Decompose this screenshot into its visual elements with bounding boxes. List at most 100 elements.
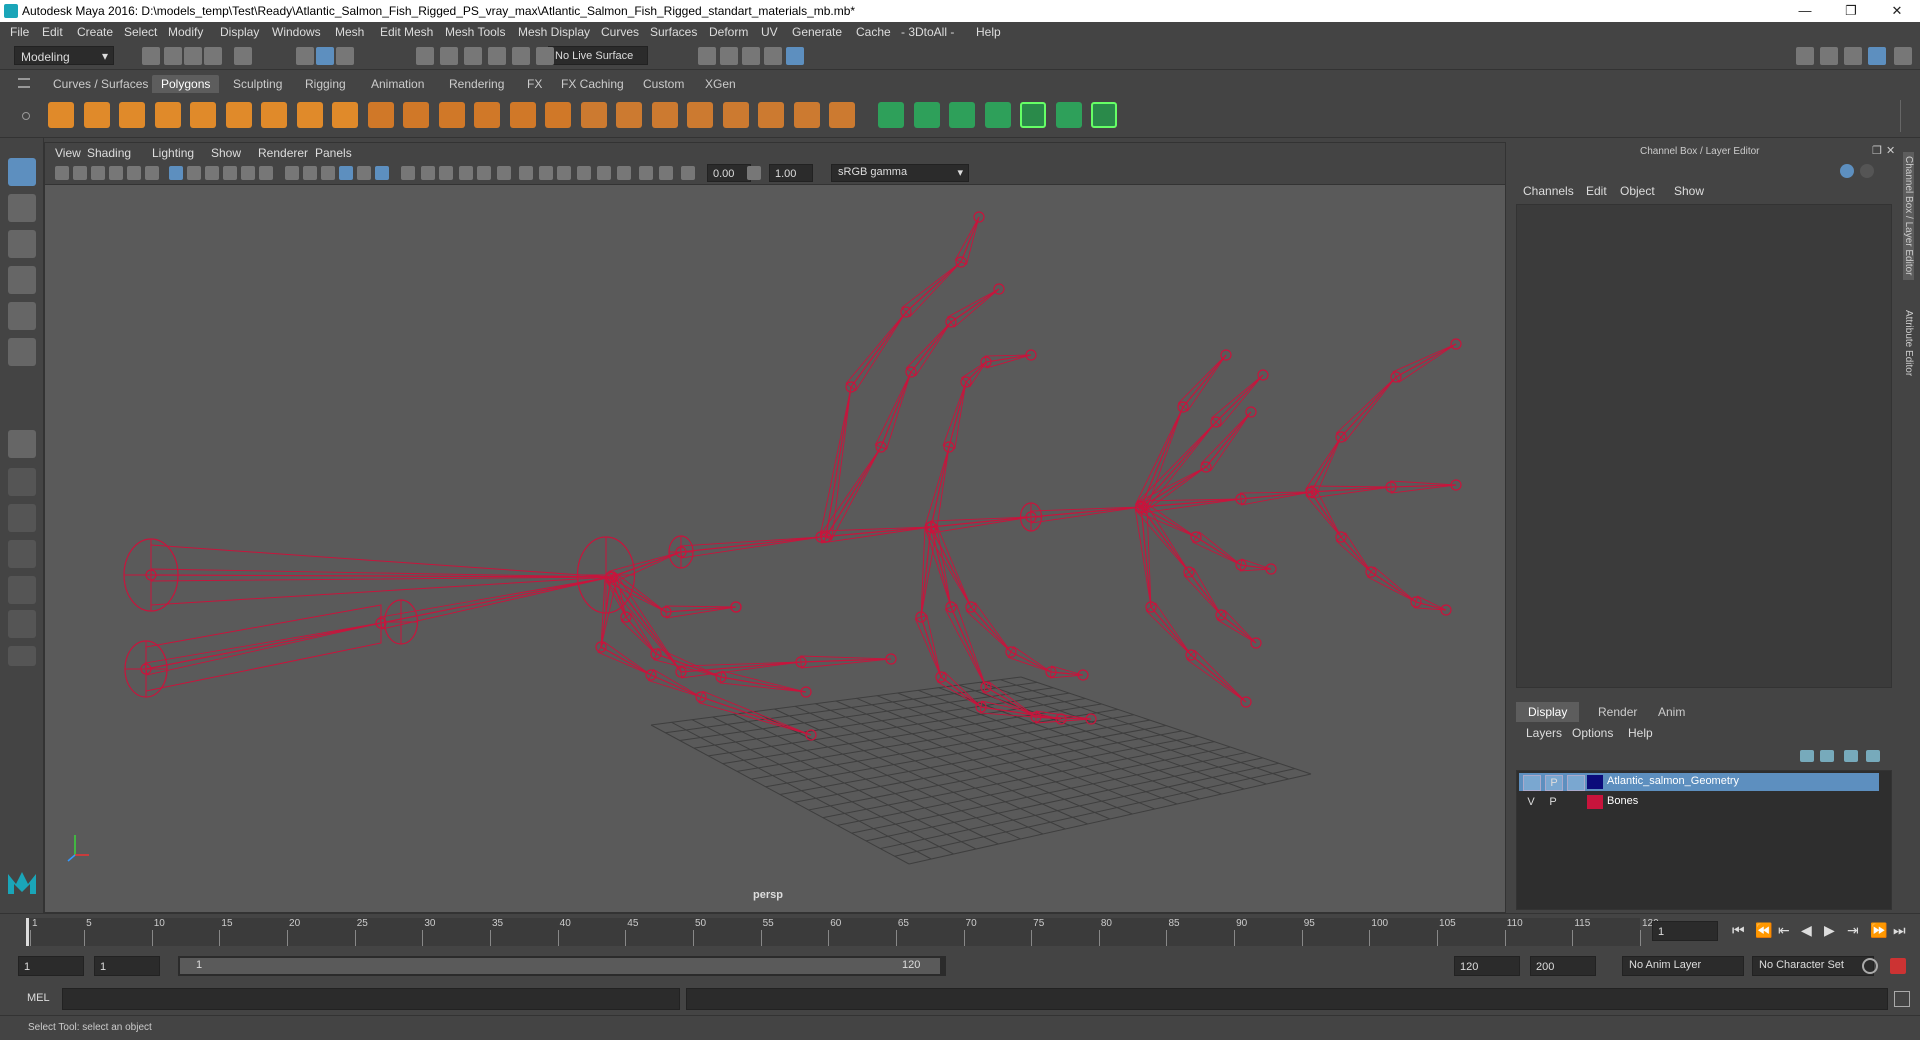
- channel-menu-object[interactable]: Object: [1620, 184, 1655, 198]
- polygon-tool-icon[interactable]: [48, 102, 74, 128]
- viewport-tool-icon[interactable]: [539, 166, 553, 180]
- menu-file[interactable]: File: [10, 25, 29, 39]
- layer-visibility-toggle[interactable]: [1523, 775, 1541, 791]
- polygon-tool-icon[interactable]: [296, 102, 323, 128]
- polygon-tool-icon[interactable]: [687, 102, 713, 128]
- start-frame-field[interactable]: 1: [18, 956, 84, 976]
- panel-layout-icon[interactable]: [1820, 47, 1838, 65]
- mesh-edit-tool-icon[interactable]: [913, 102, 940, 128]
- shelf-tab-xgen[interactable]: XGen: [696, 75, 745, 93]
- current-frame-field[interactable]: 1: [1652, 921, 1718, 941]
- menu-mesh-tools[interactable]: Mesh Tools: [445, 25, 505, 39]
- menu-edit[interactable]: Edit: [42, 25, 63, 39]
- viewport-tool-icon[interactable]: [401, 166, 415, 180]
- channel-menu-channels[interactable]: Channels: [1523, 184, 1574, 198]
- animation-prefs-icon[interactable]: [1890, 958, 1906, 974]
- layer-playback-toggle[interactable]: P: [1545, 775, 1563, 791]
- status-tool-icon[interactable]: [336, 47, 354, 65]
- outliner-layout-icon[interactable]: [8, 540, 36, 568]
- menu-surfaces[interactable]: Surfaces: [650, 25, 697, 39]
- viewport-tool-icon[interactable]: [577, 166, 591, 180]
- graph-layout-icon[interactable]: [8, 576, 36, 604]
- playback-end-field[interactable]: 120: [1454, 956, 1520, 976]
- shelf-menu-icon[interactable]: [18, 78, 30, 88]
- panel-layout-icon[interactable]: [1868, 47, 1886, 65]
- viewport-tool-icon[interactable]: [557, 166, 571, 180]
- layer-tab-display[interactable]: Display: [1516, 702, 1580, 722]
- viewport-tool-icon[interactable]: [223, 166, 237, 180]
- status-tool-icon[interactable]: [698, 47, 716, 65]
- status-tool-icon[interactable]: [764, 47, 782, 65]
- layer-action-icon[interactable]: [1844, 750, 1858, 762]
- polygon-tool-icon[interactable]: [474, 102, 500, 128]
- polygon-tool-icon[interactable]: [509, 102, 536, 128]
- viewport-tool-icon[interactable]: [321, 166, 335, 180]
- status-tool-icon[interactable]: [184, 47, 202, 65]
- mesh-edit-tool-icon[interactable]: [1055, 102, 1082, 128]
- hypershade-layout-icon[interactable]: [8, 610, 36, 638]
- viewport-tool-icon[interactable]: [339, 166, 353, 180]
- menu-generate[interactable]: Generate: [792, 25, 842, 39]
- live-surface-field[interactable]: No Live Surface: [548, 46, 648, 65]
- shelf-tab-polygons[interactable]: Polygons: [152, 75, 220, 93]
- menu-display[interactable]: Display: [220, 25, 259, 39]
- viewport-tool-icon[interactable]: [109, 166, 123, 180]
- layer-name[interactable]: Bones: [1607, 795, 1638, 807]
- status-tool-icon[interactable]: [720, 47, 738, 65]
- step-back-key-icon[interactable]: ⏪: [1755, 922, 1772, 939]
- viewport-menu-panels[interactable]: Panels: [315, 146, 352, 160]
- panel-layout-icon[interactable]: [1796, 47, 1814, 65]
- viewport-tool-icon[interactable]: [681, 166, 695, 180]
- script-editor-icon[interactable]: [1894, 991, 1910, 1007]
- viewport-menu-lighting[interactable]: Lighting: [152, 146, 194, 160]
- menu-mesh[interactable]: Mesh: [335, 25, 364, 39]
- viewport-tool-icon[interactable]: [73, 166, 87, 180]
- menu-modify[interactable]: Modify: [168, 25, 203, 39]
- shelf-tab-sculpting[interactable]: Sculpting: [224, 75, 291, 93]
- shelf-tab-custom[interactable]: Custom: [634, 75, 693, 93]
- viewport-tool-icon[interactable]: [421, 166, 435, 180]
- polygon-tool-icon[interactable]: [616, 102, 642, 128]
- viewport-tool-icon[interactable]: [145, 166, 159, 180]
- close-button[interactable]: ✕: [1874, 0, 1920, 22]
- shelf-settings-icon[interactable]: [22, 112, 30, 120]
- mode-dropdown[interactable]: Modeling ▾: [14, 46, 114, 65]
- status-tool-icon[interactable]: [296, 47, 314, 65]
- viewport-tool-icon[interactable]: [187, 166, 201, 180]
- polygon-tool-icon[interactable]: [332, 102, 358, 128]
- layer-type-toggle[interactable]: [1567, 795, 1583, 809]
- polygon-tool-icon[interactable]: [722, 102, 749, 128]
- viewport-tool-icon[interactable]: [375, 166, 389, 180]
- close-panel-icon[interactable]: ✕: [1886, 144, 1895, 157]
- polygon-tool-icon[interactable]: [758, 102, 784, 128]
- minimize-button[interactable]: —: [1782, 0, 1828, 22]
- time-ruler[interactable]: 1 5 10 15 20 25 30 35 40 45 50 55 60 65 70 75 80 85 90 95 10…: [26, 918, 1659, 946]
- layer-type-toggle[interactable]: [1567, 775, 1585, 791]
- shelf-tab-fx[interactable]: FX: [518, 75, 551, 93]
- polygon-tool-icon[interactable]: [438, 102, 465, 128]
- playback-start-field[interactable]: 1: [94, 956, 160, 976]
- status-tool-icon[interactable]: [204, 47, 222, 65]
- scene-canvas[interactable]: [45, 185, 1505, 912]
- menu-cache[interactable]: Cache: [856, 25, 891, 39]
- range-slider-handle[interactable]: 1 120: [180, 958, 940, 974]
- viewport-tool-icon[interactable]: [205, 166, 219, 180]
- mesh-edit-tool-icon[interactable]: [1020, 102, 1046, 128]
- step-back-frame-icon[interactable]: ⇤: [1778, 922, 1790, 939]
- channel-menu-edit[interactable]: Edit: [1586, 184, 1607, 198]
- status-tool-icon[interactable]: [316, 47, 334, 65]
- polygon-tool-icon[interactable]: [793, 102, 820, 128]
- exposure-field[interactable]: 0.00: [707, 164, 751, 182]
- polygon-tool-icon[interactable]: [580, 102, 607, 128]
- select-tool-icon[interactable]: [8, 158, 36, 186]
- menu-curves[interactable]: Curves: [601, 25, 639, 39]
- current-time-marker[interactable]: [26, 918, 29, 946]
- viewport-tool-icon[interactable]: [303, 166, 317, 180]
- status-tool-icon[interactable]: [536, 47, 554, 65]
- polygon-tool-icon[interactable]: [154, 102, 181, 128]
- menu-select[interactable]: Select: [124, 25, 157, 39]
- layer-action-icon[interactable]: [1800, 750, 1814, 762]
- status-tool-icon[interactable]: [742, 47, 760, 65]
- layout-options-icon[interactable]: [8, 646, 36, 666]
- layer-tab-anim[interactable]: Anim: [1646, 702, 1697, 722]
